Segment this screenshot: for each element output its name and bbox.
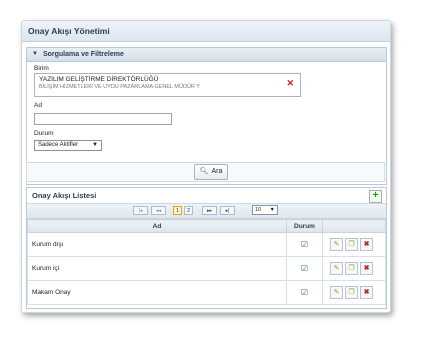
list-header: Onay Akışı Listesi + [27,188,386,204]
filter-panel-header[interactable]: ▼ Sorgulama ve Filtreleme [27,48,386,62]
row-actions: ✎ ❐ ✖ [322,256,386,281]
column-header-ad[interactable]: Ad [27,219,287,233]
page-button-2[interactable]: 2 [184,206,193,215]
durum-selected-value: Sadece Aktifler [38,142,79,148]
table-row[interactable]: Kurum dışı ☑ ✎ ❐ ✖ [27,232,386,257]
page-size-select[interactable]: 10 ▼ [252,205,278,215]
copy-icon[interactable]: ❐ [345,238,358,251]
birim-name: YAZILIM GELİŞTİRME DİREKTÖRLÜĞÜ [39,76,159,83]
edit-icon[interactable]: ✎ [330,238,343,251]
copy-icon[interactable]: ❐ [345,262,358,275]
row-name: Makam Onay [27,280,287,305]
first-page-icon[interactable]: |◂ [133,206,148,215]
list-title: Onay Akışı Listesi [32,191,97,200]
next-page-icon[interactable]: ▸▸ [202,206,217,215]
magnifier-icon: 🔍︎ [199,168,209,175]
search-button-label: Ara [211,168,223,175]
status-active-icon: ☑ [286,232,323,257]
status-active-icon: ☑ [286,280,323,305]
row-name: Kurum içi [27,256,287,281]
column-header-actions [322,219,386,233]
ad-input[interactable] [34,113,172,125]
table-header-row: Ad Durum [27,219,386,233]
dropdown-arrow-icon: ▼ [269,207,275,213]
search-bar-row: 🔍︎ Ara [26,162,385,182]
durum-label: Durum [34,130,54,137]
clear-birim-icon[interactable]: ✕ [286,78,294,89]
status-active-icon: ☑ [286,256,323,281]
window-title: Onay Akışı Yönetimi [22,21,390,42]
edit-icon[interactable]: ✎ [330,262,343,275]
birim-field[interactable]: YAZILIM GELİŞTİRME DİREKTÖRLÜĞÜ BİLİŞİM … [34,73,301,97]
delete-icon[interactable]: ✖ [360,286,373,299]
table-row[interactable]: Kurum içi ☑ ✎ ❐ ✖ [27,256,386,281]
onay-akisi-window: Onay Akışı Yönetimi ▼ Sorgulama ve Filtr… [21,20,391,313]
row-name: Kurum dışı [27,232,287,257]
dropdown-arrow-icon: ▼ [92,142,98,148]
delete-icon[interactable]: ✖ [360,262,373,275]
prev-page-icon[interactable]: ◂◂ [151,206,166,215]
table-row[interactable]: Makam Onay ☑ ✎ ❐ ✖ [27,280,386,305]
row-actions: ✎ ❐ ✖ [322,232,386,257]
birim-label: Birim [34,65,49,72]
ad-label: Ad [34,102,42,109]
row-actions: ✎ ❐ ✖ [322,280,386,305]
filter-panel-title: Sorgulama ve Filtreleme [42,51,124,58]
durum-select[interactable]: Sadece Aktifler ▼ [34,140,102,151]
page-button-1[interactable]: 1 [173,206,182,215]
approval-flow-table: Ad Durum Kurum dışı ☑ ✎ ❐ ✖ Kurum içi ☑ [27,219,386,305]
page-size-value: 10 [255,207,262,213]
add-icon[interactable]: + [369,190,382,203]
last-page-icon[interactable]: ▸| [220,206,235,215]
column-header-durum[interactable]: Durum [286,219,323,233]
collapse-triangle-icon[interactable]: ▼ [32,48,38,61]
birim-parent: BİLİŞİM HİZMETLERİ VE UYDU PAZARLAMA GEN… [39,84,200,90]
search-button[interactable]: 🔍︎ Ara [194,164,228,180]
pager: |◂ ◂◂ 1 2 ▸▸ ▸| 10 ▼ [27,204,386,219]
delete-icon[interactable]: ✖ [360,238,373,251]
copy-icon[interactable]: ❐ [345,286,358,299]
list-panel: Onay Akışı Listesi + |◂ ◂◂ 1 2 ▸▸ ▸| 10 … [26,187,387,309]
edit-icon[interactable]: ✎ [330,286,343,299]
